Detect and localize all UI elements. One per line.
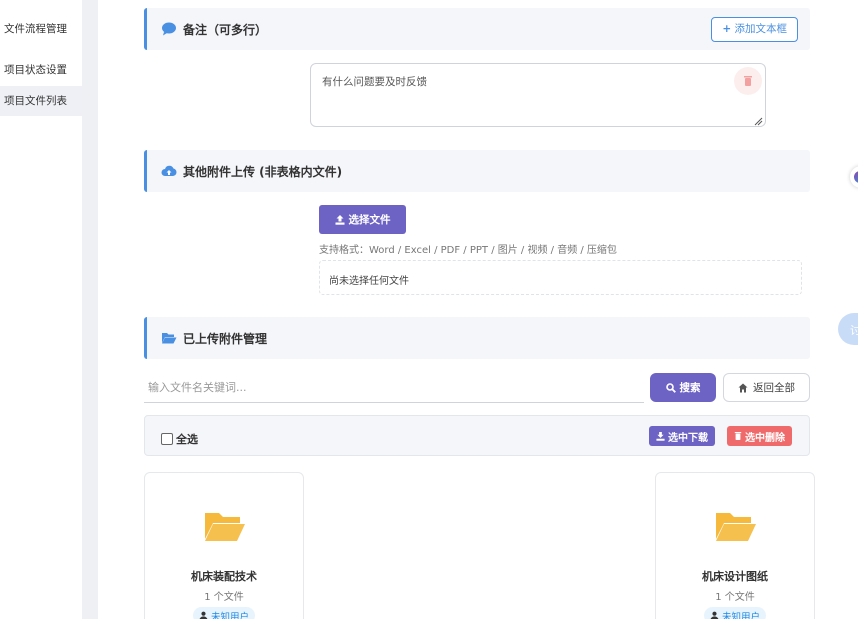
select-all-label: 全选 [176,433,198,446]
trash-icon [744,76,752,86]
folder-title: 机床设计图纸 [702,570,768,583]
owner-badge: 未知用户 [703,607,767,619]
owner-badge: 未知用户 [192,607,256,619]
add-textbox-button[interactable]: + 添加文本框 [711,17,798,42]
folder-open-icon [716,513,756,541]
sidebar-item-label: 项目状态设置 [4,64,67,76]
delete-selected-label: 选中删除 [745,432,785,444]
comment-icon [162,22,176,36]
plus-icon: + [722,23,732,35]
owner-name: 未知用户 [210,611,250,619]
user-icon [710,611,719,619]
sidebar-divider [82,0,98,619]
supported-formats-hint: 支持格式：Word / Excel / PDF / PPT / 图片 / 视频 … [319,245,617,256]
assistant-logo-icon [854,171,858,183]
owner-name: 未知用户 [721,611,761,619]
manage-section-header: 已上传附件管理 [144,317,810,359]
search-placeholder: 输入文件名关键词... [148,381,247,394]
reset-all-label: 返回全部 [753,382,795,394]
folder-file-count: 1 个文件 [715,592,755,603]
search-button-label: 搜索 [679,382,701,394]
user-icon [199,611,208,619]
sidebar-item-project-status[interactable]: 项目状态设置 [0,62,82,78]
resize-grip-icon[interactable] [754,117,763,126]
trash-icon [734,432,742,440]
no-file-text: 尚未选择任何文件 [329,276,409,287]
sidebar-item-label: 项目文件列表 [4,95,67,107]
bulk-action-toolbar: 全选 选中下载 选中删除 [144,415,810,456]
search-input[interactable]: 输入文件名关键词... [144,374,644,403]
reset-all-button[interactable]: 返回全部 [723,373,810,402]
notes-textarea-value: 有什么问题要及时反馈 [322,76,427,88]
sidebar-item-file-flow[interactable]: 文件流程管理 [0,21,82,37]
upload-section-header: 其他附件上传 (非表格内文件) [144,150,810,192]
search-icon [665,382,676,393]
add-textbox-label: 添加文本框 [734,23,788,35]
folder-card[interactable]: 机床装配技术 1 个文件 未知用户 [144,472,304,619]
sidebar-item-label: 文件流程管理 [4,23,67,35]
download-selected-label: 选中下载 [668,432,708,444]
folder-file-count: 1 个文件 [204,592,244,603]
folder-card[interactable]: 机床设计图纸 1 个文件 未知用户 [655,472,815,619]
choose-file-label: 选择文件 [348,214,391,226]
choose-file-button[interactable]: 选择文件 [319,205,406,234]
delete-selected-button[interactable]: 选中删除 [727,426,792,446]
manage-title: 已上传附件管理 [183,332,268,346]
notes-title: 备注（可多行） [183,23,268,37]
download-icon [656,431,665,441]
checkbox-icon[interactable] [161,433,173,445]
delete-textbox-button[interactable] [734,67,762,95]
select-all-checkbox[interactable]: 全选 [161,431,198,447]
folder-open-icon [162,333,177,344]
upload-title: 其他附件上传 (非表格内文件) [183,165,343,179]
home-icon [738,383,748,392]
side-float-label: 讨 [850,324,858,337]
notes-textarea[interactable]: 有什么问题要及时反馈 [310,63,766,127]
cloud-upload-icon [161,165,177,176]
upload-icon [335,214,344,225]
sidebar-item-project-files[interactable]: 项目文件列表 [0,86,82,116]
search-button[interactable]: 搜索 [650,373,716,402]
folder-open-icon [205,513,245,541]
folder-title: 机床装配技术 [191,570,257,583]
download-selected-button[interactable]: 选中下载 [649,426,715,446]
main-content: 备注（可多行） + 添加文本框 有什么问题要及时反馈 其他附件上传 (非表格内文… [98,0,858,619]
notes-section-header: 备注（可多行） + 添加文本框 [144,8,810,50]
selected-files-area: 尚未选择任何文件 [319,260,802,295]
sidebar: 文件流程管理 项目状态设置 项目文件列表 [0,0,82,619]
